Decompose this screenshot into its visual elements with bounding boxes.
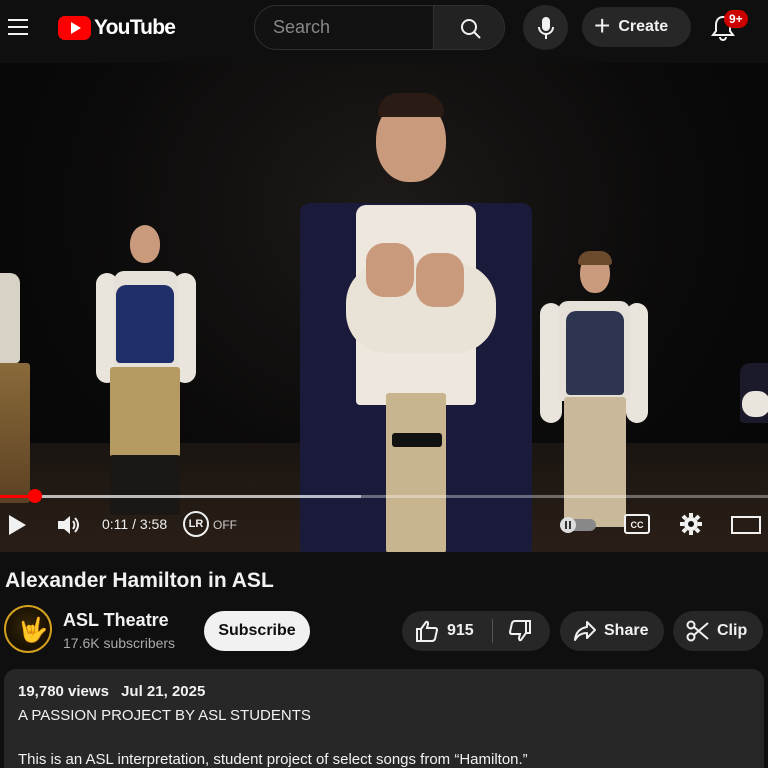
actor-center <box>296 93 536 552</box>
video-title: Alexander Hamilton in ASL <box>5 569 274 592</box>
search-input[interactable] <box>255 6 433 49</box>
channel-avatar[interactable]: 🤟 <box>4 605 52 653</box>
player-controls: 0:11 / 3:58 LR OFF CC <box>0 503 768 547</box>
play-icon <box>9 515 26 535</box>
create-button[interactable]: + Create <box>582 7 691 47</box>
voice-search-button[interactable] <box>523 5 568 50</box>
search-button[interactable] <box>433 6 504 49</box>
gear-icon <box>680 513 702 535</box>
autoplay-toggle[interactable] <box>560 517 596 533</box>
like-dislike-group: 915 <box>402 611 550 651</box>
share-button[interactable]: Share <box>560 611 664 651</box>
svg-text:CC: CC <box>631 520 644 530</box>
youtube-play-icon <box>58 16 91 40</box>
play-button[interactable] <box>6 513 28 537</box>
actor-left-edge <box>0 273 30 523</box>
upload-date: Jul 21, 2025 <box>121 683 206 700</box>
create-label: Create <box>618 18 669 35</box>
youtube-logo[interactable]: YouTube <box>58 15 176 41</box>
progress-bar[interactable] <box>0 489 768 503</box>
search-bar <box>254 5 505 50</box>
thumbs-down-icon <box>508 620 531 642</box>
like-count: 915 <box>447 622 474 639</box>
pause-icon <box>560 517 576 533</box>
description-line: This is an ASL interpretation, student p… <box>18 751 528 768</box>
share-icon <box>574 621 596 641</box>
clip-label: Clip <box>717 622 748 639</box>
scissors-icon <box>686 620 709 642</box>
microphone-icon <box>538 17 554 39</box>
plus-icon: + <box>594 9 611 41</box>
buffer-bar <box>0 495 361 498</box>
captions-icon: CC <box>624 514 650 534</box>
volume-button[interactable] <box>56 513 82 537</box>
captions-button[interactable]: CC <box>624 514 650 534</box>
subscriber-count: 17.6K subscribers <box>63 635 176 651</box>
theater-icon <box>731 516 761 534</box>
theater-mode-button[interactable] <box>731 515 761 535</box>
video-player[interactable]: 0:11 / 3:58 LR OFF CC <box>0 63 768 552</box>
description-line: A PASSION PROJECT BY ASL STUDENTS <box>18 707 311 724</box>
share-label: Share <box>604 622 649 639</box>
volume-icon <box>58 516 79 534</box>
menu-icon[interactable] <box>6 14 32 40</box>
actor-left <box>94 223 204 523</box>
channel-name[interactable]: ASL Theatre <box>63 610 169 631</box>
time-display: 0:11 / 3:58 <box>102 516 168 532</box>
view-count: 19,780 views <box>18 683 109 700</box>
thumbs-up-icon <box>416 620 439 642</box>
clip-button[interactable]: Clip <box>673 611 763 651</box>
logo-text: YouTube <box>94 16 176 39</box>
search-icon <box>461 19 481 39</box>
asl-hand-icon: 🤟 <box>18 617 48 644</box>
top-bar: YouTube + Create 9+ <box>0 0 768 56</box>
video-meta: 19,780 views Jul 21, 2025 <box>18 683 205 700</box>
lr-state: OFF <box>213 518 237 532</box>
like-button[interactable]: 915 <box>402 611 492 651</box>
settings-button[interactable] <box>679 512 703 536</box>
subscribe-button[interactable]: Subscribe <box>204 611 310 651</box>
notifications-badge: 9+ <box>724 10 748 28</box>
actor-right-edge <box>736 363 768 483</box>
lr-toggle[interactable]: LR <box>183 511 209 537</box>
description-box[interactable]: 19,780 views Jul 21, 2025 A PASSION PROJ… <box>4 669 764 768</box>
like-divider <box>492 619 493 643</box>
dislike-button[interactable] <box>494 611 550 651</box>
